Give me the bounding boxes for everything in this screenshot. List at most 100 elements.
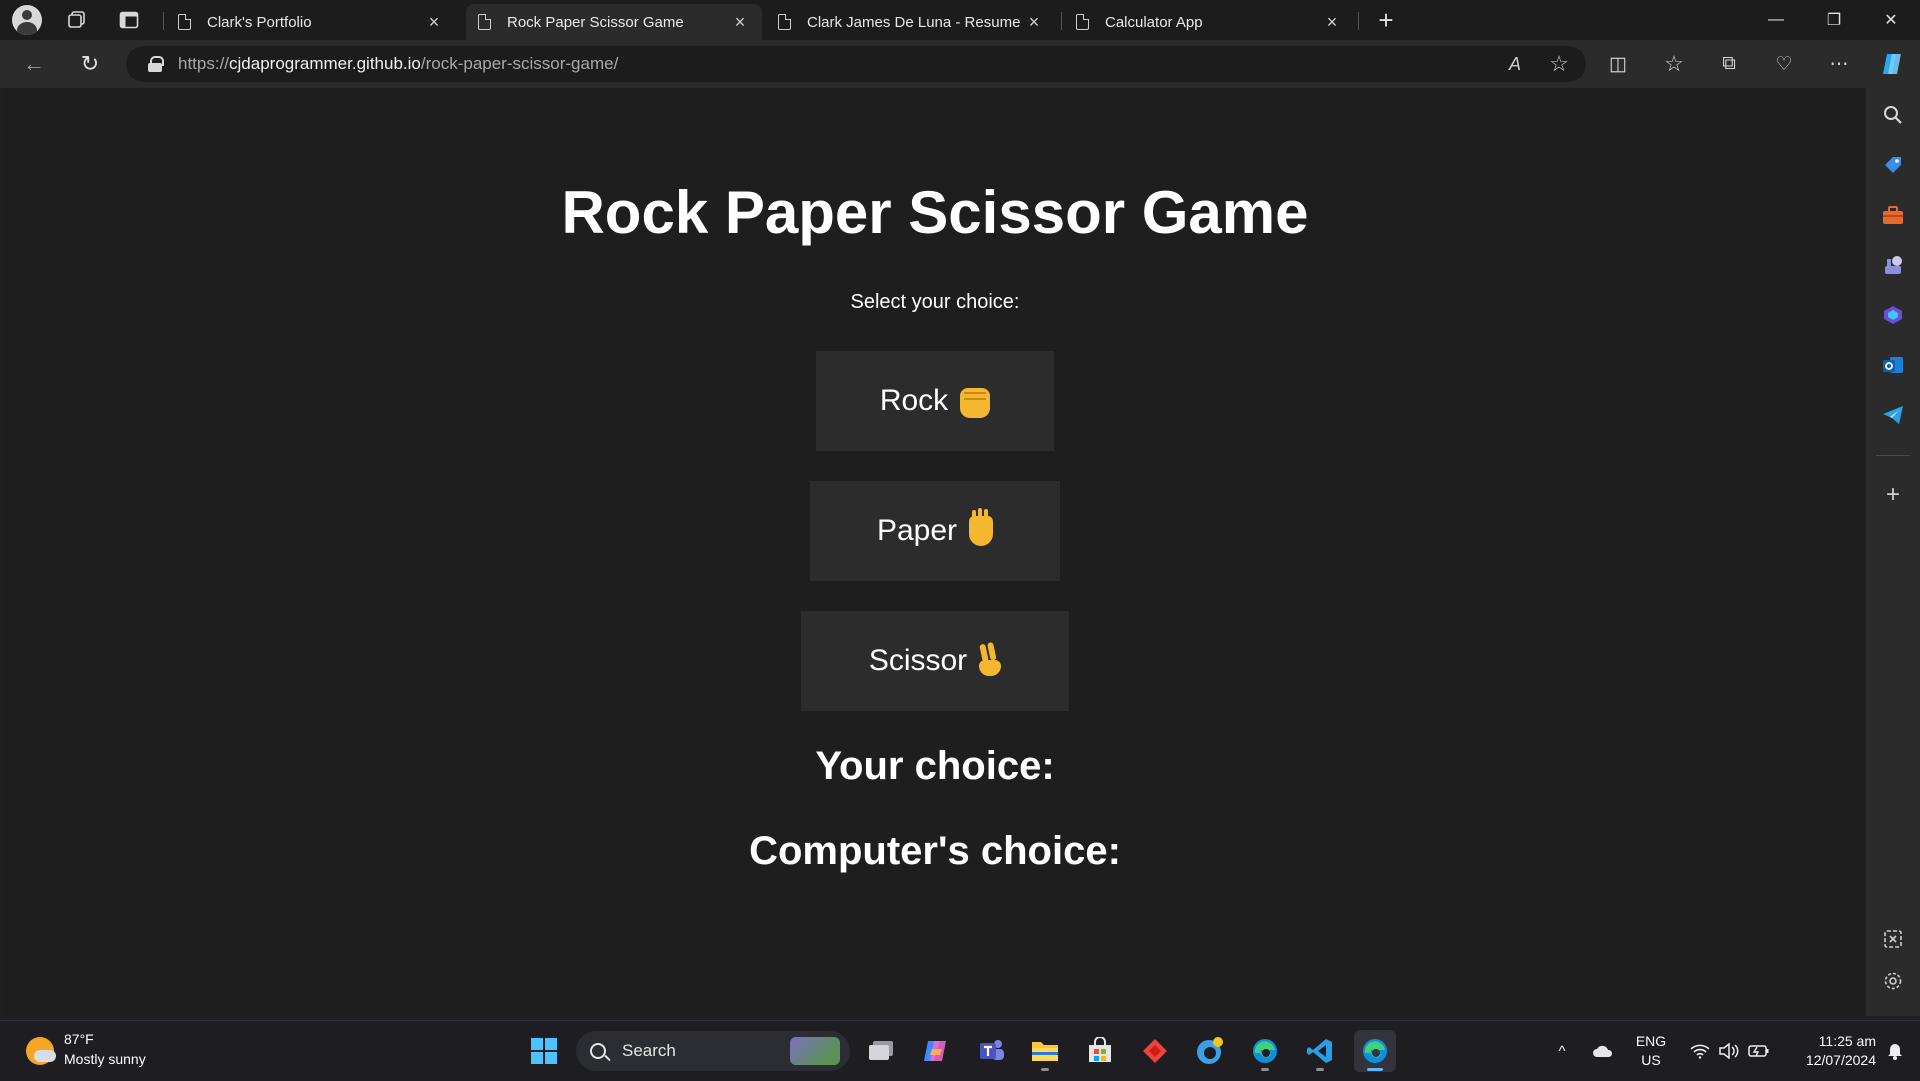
- taskbar-search[interactable]: Search: [576, 1031, 850, 1071]
- onedrive-cloud-icon: [1593, 1045, 1613, 1057]
- sidebar-tools-icon[interactable]: [1877, 199, 1909, 231]
- microsoft-store-button[interactable]: [1079, 1030, 1121, 1072]
- show-hidden-icons-button[interactable]: ^: [1550, 1021, 1574, 1081]
- vscode-icon: [1307, 1039, 1332, 1063]
- search-icon: [590, 1043, 606, 1059]
- tab-rock-paper-scissor-game[interactable]: Rock Paper Scissor Game ×: [466, 4, 762, 40]
- profile-button[interactable]: [11, 4, 43, 36]
- sidebar-telegram-icon[interactable]: [1877, 399, 1909, 431]
- sidebar-screenshot-icon[interactable]: [1877, 923, 1909, 955]
- page-icon: [178, 14, 191, 30]
- clock-time: 11:25 am: [1818, 1033, 1876, 1049]
- choice-prompt: Select your choice:: [850, 291, 1020, 313]
- search-label: Search: [622, 1041, 676, 1060]
- sidebar-outlook-icon[interactable]: [1877, 349, 1909, 381]
- raised-hand-icon: [969, 510, 994, 546]
- sidebar-settings-icon[interactable]: [1877, 965, 1909, 997]
- language-indicator[interactable]: ENG US: [1628, 1032, 1674, 1070]
- teams-icon: [980, 1040, 1004, 1060]
- close-tab-icon[interactable]: ×: [1322, 12, 1342, 32]
- more-options-icon[interactable]: ⋯: [1823, 48, 1855, 80]
- favorites-icon[interactable]: ☆: [1658, 48, 1690, 80]
- close-window-button[interactable]: ✕: [1862, 0, 1920, 40]
- close-tab-icon[interactable]: ×: [424, 12, 444, 32]
- close-tab-icon[interactable]: ×: [1024, 12, 1044, 32]
- battery-icon: [1748, 1045, 1769, 1057]
- sidebar-shopping-icon[interactable]: [1877, 149, 1909, 181]
- tab-title: Rock Paper Scissor Game: [507, 13, 684, 31]
- edge-beta-button[interactable]: [1189, 1030, 1231, 1072]
- tab-calculator-app[interactable]: Calculator App ×: [1064, 4, 1354, 40]
- page-title: Rock Paper Scissor Game: [561, 179, 1309, 246]
- search-icon: [1884, 106, 1902, 124]
- file-explorer-icon: [1032, 1042, 1058, 1061]
- read-aloud-icon[interactable]: A: [1502, 52, 1528, 76]
- copilot-icon: [924, 1041, 946, 1061]
- collections-icon[interactable]: ⧉: [1713, 48, 1745, 80]
- page-icon: [478, 14, 491, 30]
- running-indicator: [1041, 1068, 1049, 1071]
- browser-toolbar: ← ↻ https://cjdaprogrammer.github.io/roc…: [0, 40, 1920, 88]
- start-button[interactable]: [523, 1030, 565, 1072]
- windows-taskbar: 87°F Mostly sunny Search ^ ENG US 11:25 …: [0, 1020, 1920, 1080]
- clock[interactable]: 11:25 am 12/07/2024: [1780, 1032, 1876, 1070]
- tab-separator: [1061, 12, 1062, 30]
- scissor-button[interactable]: Scissor: [801, 611, 1069, 711]
- notification-bell-icon: [1888, 1044, 1902, 1060]
- tab-resume[interactable]: Clark James De Luna - Resume ×: [766, 4, 1056, 40]
- new-tab-button[interactable]: +: [1370, 4, 1402, 36]
- running-indicator: [1316, 1068, 1324, 1071]
- copilot-icon[interactable]: [1876, 48, 1908, 80]
- rock-button-label: Rock: [879, 384, 949, 417]
- quick-settings-button[interactable]: [1684, 1021, 1776, 1081]
- scissor-button-label: Scissor: [868, 644, 968, 677]
- page-icon: [778, 14, 791, 30]
- refresh-button[interactable]: ↻: [74, 48, 106, 80]
- add-sidebar-app-icon[interactable]: +: [1877, 479, 1909, 511]
- outlook-icon: [1883, 357, 1903, 373]
- onedrive-tray-button[interactable]: [1590, 1021, 1616, 1081]
- workspaces-button[interactable]: [61, 4, 93, 36]
- sidebar-m365-icon[interactable]: [1877, 299, 1909, 331]
- anydesk-button[interactable]: [1134, 1030, 1176, 1072]
- teams-button[interactable]: [970, 1030, 1012, 1072]
- paper-button[interactable]: Paper: [810, 481, 1060, 581]
- lock-icon[interactable]: [148, 56, 164, 72]
- telegram-icon: [1883, 406, 1903, 424]
- wifi-icon: [1690, 1044, 1710, 1059]
- url-path: /rock-paper-scissor-game/: [420, 54, 619, 73]
- minimize-button[interactable]: —: [1747, 0, 1805, 40]
- tools-briefcase-icon: [1883, 206, 1903, 224]
- keyboard-region: US: [1641, 1052, 1661, 1068]
- restore-button[interactable]: ❐: [1805, 0, 1863, 40]
- url-scheme: https://: [178, 54, 230, 73]
- tab-separator: [163, 12, 164, 30]
- vertical-tabs-button[interactable]: [113, 4, 145, 36]
- rock-button[interactable]: Rock: [816, 351, 1054, 451]
- edge-button[interactable]: [1244, 1030, 1286, 1072]
- volume-icon: [1719, 1043, 1739, 1059]
- url-text[interactable]: https://cjdaprogrammer.github.io/rock-pa…: [178, 54, 618, 74]
- close-tab-icon[interactable]: ×: [730, 12, 750, 32]
- sidebar-games-icon[interactable]: [1877, 249, 1909, 281]
- browser-essentials-icon[interactable]: ♡: [1768, 48, 1800, 80]
- tab-clarks-portfolio[interactable]: Clark's Portfolio ×: [166, 4, 456, 40]
- task-view-button[interactable]: [860, 1030, 902, 1072]
- file-explorer-button[interactable]: [1024, 1030, 1066, 1072]
- notifications-button[interactable]: [1880, 1021, 1910, 1081]
- task-view-icon: [869, 1041, 893, 1060]
- copilot-taskbar-button[interactable]: [915, 1030, 957, 1072]
- address-bar[interactable]: https://cjdaprogrammer.github.io/rock-pa…: [126, 46, 1586, 82]
- edge-active-button[interactable]: [1354, 1030, 1396, 1072]
- sidebar-separator: [1876, 455, 1910, 456]
- page-icon: [1076, 14, 1089, 30]
- vscode-button[interactable]: [1299, 1030, 1341, 1072]
- split-screen-icon[interactable]: ◫: [1602, 48, 1634, 80]
- back-button[interactable]: ←: [18, 48, 50, 80]
- add-favorite-icon[interactable]: ☆: [1546, 52, 1572, 76]
- edge-beta-icon: [1197, 1037, 1223, 1064]
- tab-title: Clark James De Luna - Resume: [807, 13, 1021, 31]
- sidebar-search-icon[interactable]: [1877, 99, 1909, 131]
- microsoft-365-icon: [1884, 306, 1902, 324]
- url-host: cjdaprogrammer.github.io: [229, 54, 421, 73]
